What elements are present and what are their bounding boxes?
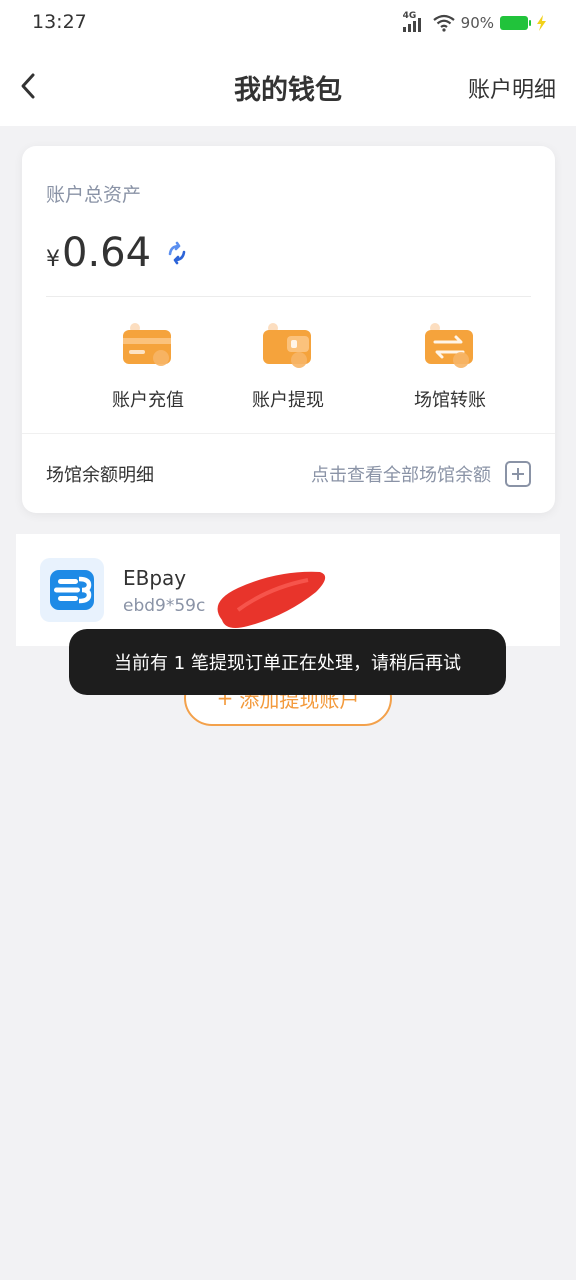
wallet-page: 13:27 4G 90% 我的钱包 账户明细 账户总资产 ¥ 0.64 账户充值… (0, 0, 576, 1280)
ebpay-logo-icon (40, 558, 104, 622)
venue-balance-label: 场馆余额明细 (46, 465, 154, 486)
total-assets-label: 账户总资产 (46, 184, 142, 206)
plus-box-icon[interactable] (505, 461, 531, 487)
balance-amount: 0.64 (62, 230, 152, 276)
refresh-icon[interactable] (165, 241, 189, 265)
account-number: ebd9*59c (123, 596, 206, 616)
status-icons: 4G 90% (402, 11, 548, 34)
currency-symbol: ¥ (46, 247, 60, 272)
divider (46, 296, 531, 297)
account-name: EBpay (123, 566, 187, 590)
battery-percent: 90% (460, 14, 494, 32)
redaction-scribble (217, 571, 326, 628)
nav-bar: 我的钱包 账户明细 (0, 46, 576, 126)
transfer-action[interactable]: 场馆转账 (380, 322, 520, 412)
wifi-icon (432, 14, 455, 32)
venue-balance-row[interactable]: 场馆余额明细 点击查看全部场馆余额 (46, 456, 531, 492)
recharge-label: 账户充值 (112, 390, 184, 411)
view-all-venue-balance-text: 点击查看全部场馆余额 (311, 465, 491, 486)
network-type-label: 4G (402, 11, 417, 21)
transfer-icon (423, 322, 477, 372)
toast-message: 当前有 1 笔提现订单正在处理，请稍后再试 (69, 629, 506, 695)
wallet-actions: 账户充值 账户提现 场馆转账 (22, 322, 555, 422)
wallet-card: 账户总资产 ¥ 0.64 账户充值 账户提现 场馆转账 场馆余额明细 点击查看全… (22, 146, 555, 513)
recharge-action[interactable]: 账户充值 (78, 322, 218, 412)
balance-display: ¥ 0.64 (46, 230, 189, 276)
cellular-signal-icon: 4G (402, 11, 427, 32)
status-bar: 13:27 4G 90% (0, 0, 576, 46)
battery-icon (500, 16, 531, 30)
transfer-label: 场馆转账 (414, 390, 486, 411)
status-time: 13:27 (32, 11, 87, 33)
account-details-link[interactable]: 账户明细 (468, 72, 556, 104)
divider (22, 433, 555, 434)
toast-text: 当前有 1 笔提现订单正在处理，请稍后再试 (114, 653, 461, 674)
charging-icon (537, 15, 546, 31)
withdraw-action[interactable]: 账户提现 (218, 322, 358, 412)
wallet-icon (261, 322, 315, 372)
card-icon (121, 322, 175, 372)
view-all-venue-balance[interactable]: 点击查看全部场馆余额 (311, 461, 531, 487)
withdraw-label: 账户提现 (252, 390, 324, 411)
